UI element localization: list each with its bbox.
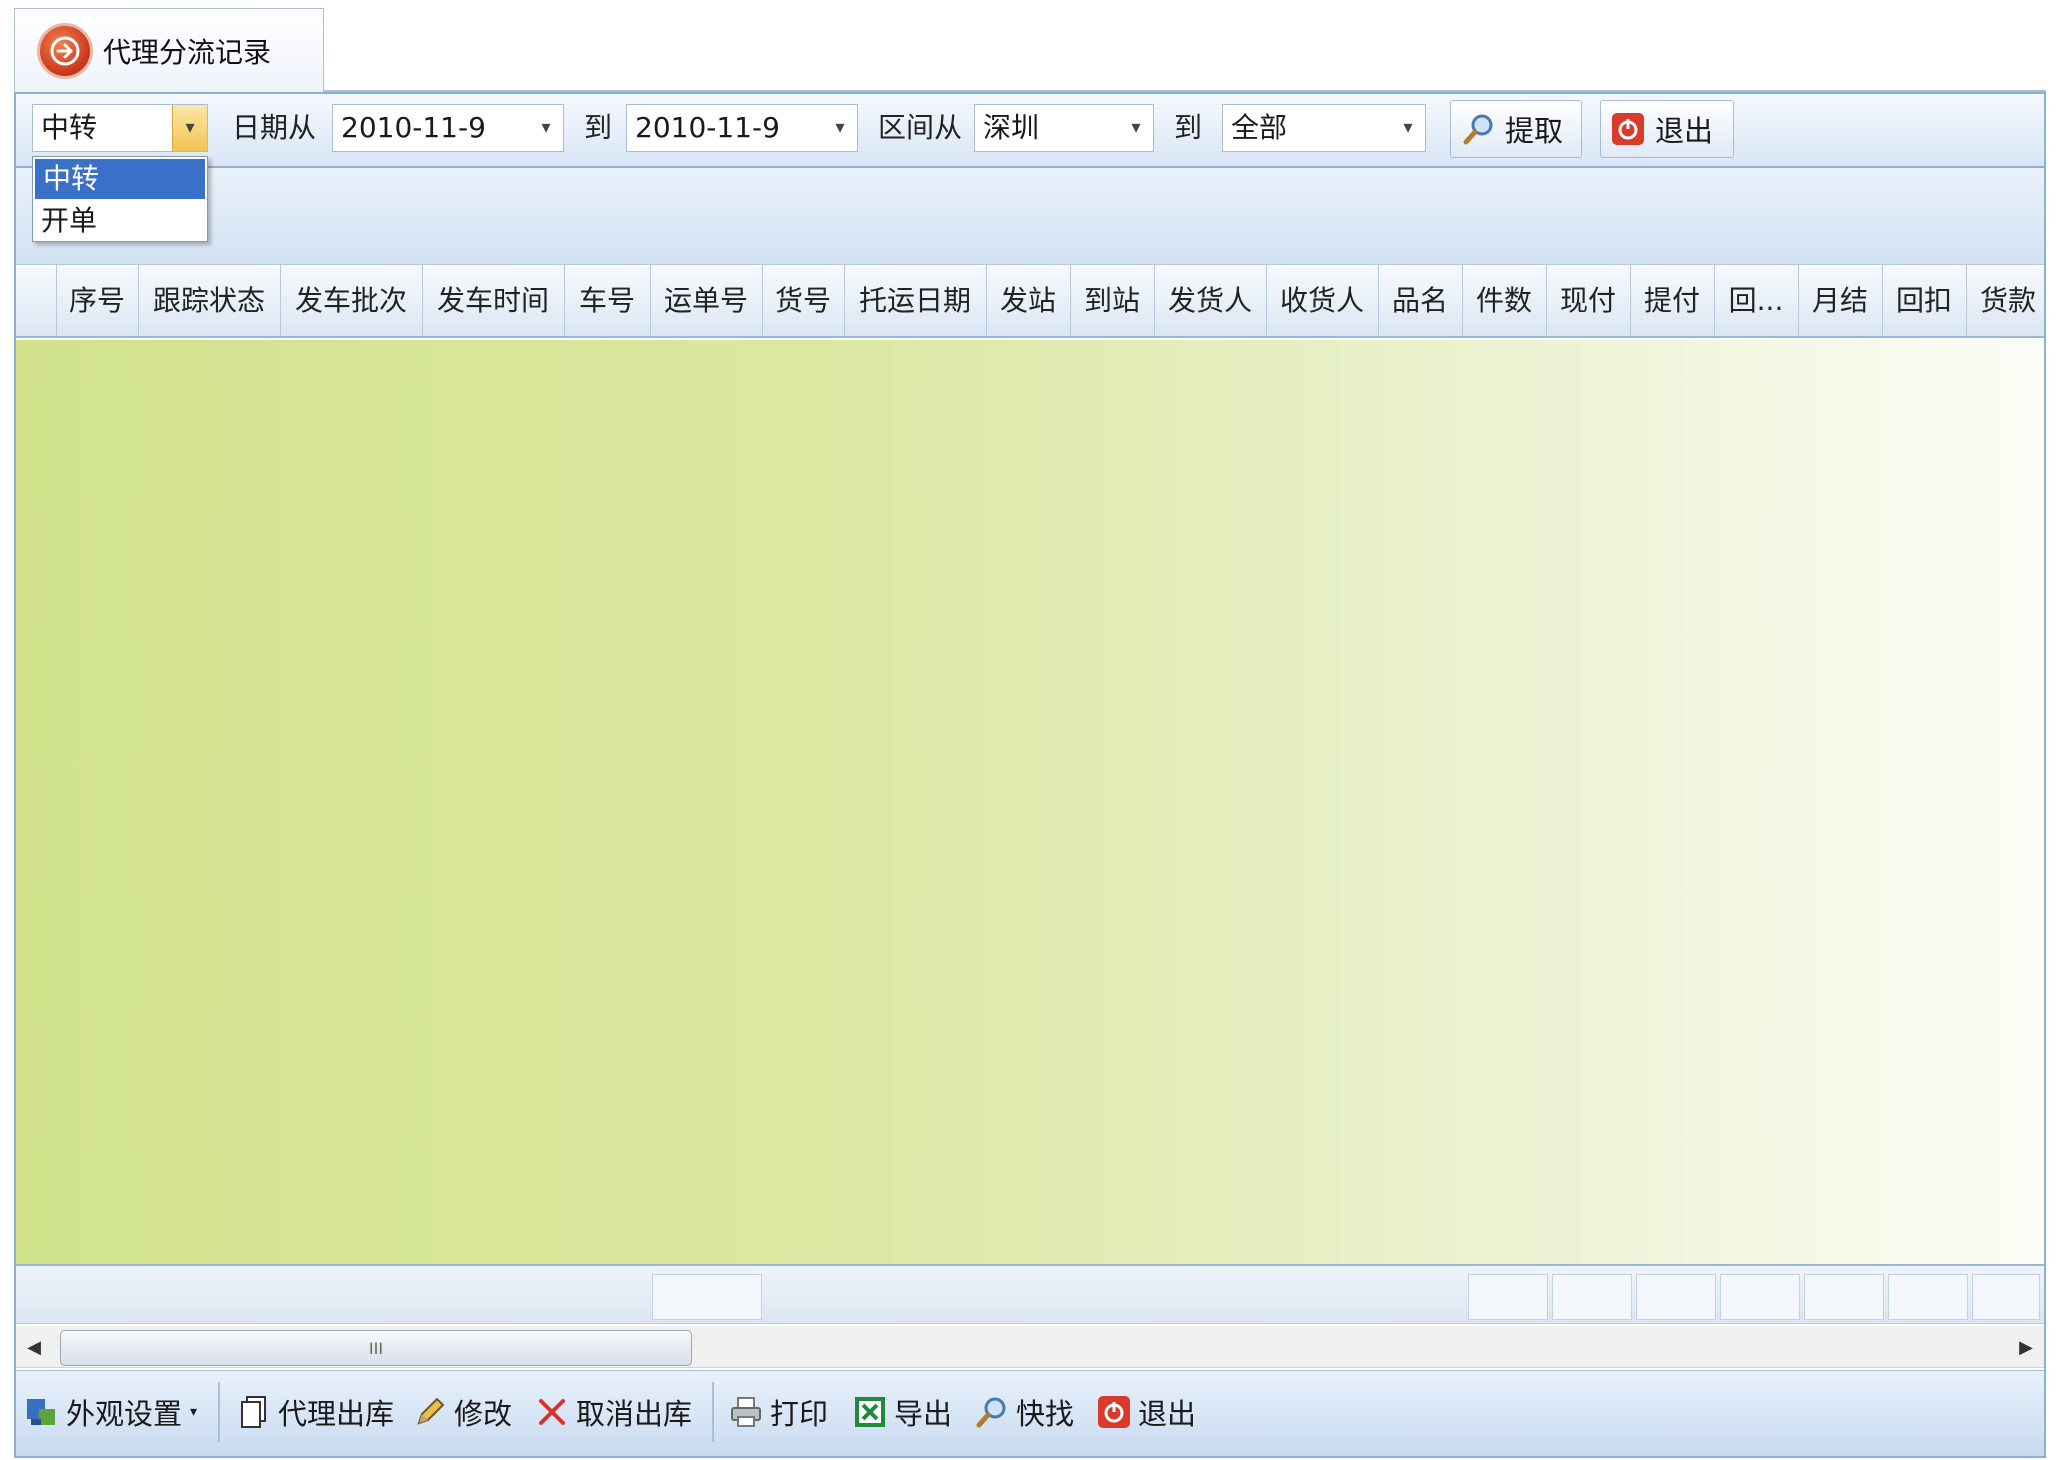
column-header[interactable]: 收货人 — [1266, 265, 1379, 336]
fetch-button[interactable]: 提取 — [1450, 100, 1582, 158]
magnifier-icon — [1461, 111, 1497, 147]
quick-find-label: 快找 — [1016, 1397, 1075, 1431]
date-to-value: 2010-11-9 — [635, 111, 780, 144]
column-header[interactable]: 序号 — [56, 265, 139, 336]
printer-icon — [728, 1394, 764, 1430]
column-header[interactable]: 发车时间 — [422, 265, 565, 336]
appearance-settings-label: 外观设置 — [66, 1397, 183, 1431]
modify-button[interactable]: 修改 — [412, 1386, 512, 1438]
magnifier-icon — [974, 1394, 1010, 1430]
column-header[interactable]: 件数 — [1462, 265, 1547, 336]
column-header[interactable]: 跟踪状态 — [138, 265, 281, 336]
power-icon — [1611, 112, 1645, 146]
column-header[interactable]: 发货人 — [1154, 265, 1267, 336]
column-header[interactable]: 货款 — [1966, 265, 2044, 336]
scroll-left-icon[interactable]: ◀ — [16, 1326, 52, 1368]
appearance-settings-button[interactable]: 外观设置 ▾ — [24, 1386, 197, 1438]
summary-cell — [652, 1274, 762, 1320]
dropdown-arrow-icon: ▾ — [190, 1404, 198, 1420]
cancel-out-label: 取消出库 — [576, 1397, 693, 1431]
type-dropdown-list: 中转 开单 — [32, 156, 208, 242]
column-header[interactable]: 托运日期 — [844, 265, 987, 336]
grid-header: 序号 跟踪状态 发车批次 发车时间 车号 运单号 货号 托运日期 发站 到站 发… — [16, 264, 2044, 338]
summary-cell — [1552, 1274, 1632, 1320]
quick-find-button[interactable]: 快找 — [974, 1386, 1074, 1438]
exit-label-bottom: 退出 — [1138, 1397, 1197, 1431]
column-header[interactable]: 回扣 — [1882, 265, 1967, 336]
toolbar-separator — [712, 1382, 714, 1442]
row-indicator-header — [16, 265, 57, 336]
date-to-field[interactable]: 2010-11-9 ▾ — [626, 104, 858, 152]
exit-button-bottom[interactable]: 退出 — [1096, 1386, 1196, 1438]
horizontal-scrollbar[interactable]: ◀ III ▶ — [16, 1326, 2044, 1368]
column-header[interactable]: 回... — [1714, 265, 1799, 336]
grip-icon: III — [368, 1338, 384, 1358]
type-combo[interactable]: 中转 ▾ — [32, 104, 208, 152]
toolbar-separator — [218, 1382, 220, 1442]
chevron-down-icon[interactable]: ▾ — [529, 105, 563, 151]
date-from-field[interactable]: 2010-11-9 ▾ — [332, 104, 564, 152]
column-header[interactable]: 提付 — [1630, 265, 1715, 336]
column-header[interactable]: 月结 — [1798, 265, 1883, 336]
date-from-value: 2010-11-9 — [341, 111, 486, 144]
scroll-right-icon[interactable]: ▶ — [2008, 1326, 2044, 1368]
column-header[interactable]: 运单号 — [650, 265, 763, 336]
fetch-button-label: 提取 — [1505, 114, 1564, 148]
export-label: 导出 — [894, 1397, 953, 1431]
export-button[interactable]: 导出 — [852, 1386, 952, 1438]
grid-footer-summary — [16, 1264, 2044, 1324]
summary-cell — [1804, 1274, 1884, 1320]
column-header[interactable]: 货号 — [762, 265, 845, 336]
power-icon — [1096, 1394, 1132, 1430]
column-header[interactable]: 品名 — [1378, 265, 1463, 336]
close-icon — [534, 1394, 570, 1430]
chevron-down-icon[interactable]: ▾ — [1119, 105, 1153, 151]
range-from-label: 区间从 — [878, 111, 963, 144]
appearance-icon — [24, 1394, 60, 1430]
agent-out-label: 代理出库 — [278, 1397, 395, 1431]
dropdown-option-kaidan[interactable]: 开单 — [33, 201, 207, 241]
summary-cell — [1720, 1274, 1800, 1320]
range-to-combo[interactable]: 全部 ▾ — [1222, 104, 1426, 152]
exit-button-label: 退出 — [1655, 114, 1714, 148]
tab-agent-distribution-record[interactable]: 代理分流记录 — [14, 8, 324, 92]
grid-body[interactable] — [16, 340, 2044, 1264]
pencil-icon — [412, 1394, 448, 1430]
document-icon — [236, 1394, 272, 1430]
dropdown-option-zhongzhuan[interactable]: 中转 — [35, 159, 205, 199]
tab-label: 代理分流记录 — [103, 35, 272, 69]
summary-cell — [1468, 1274, 1548, 1320]
summary-cell — [1972, 1274, 2040, 1320]
column-header[interactable]: 到站 — [1070, 265, 1155, 336]
range-from-value: 深圳 — [983, 111, 1040, 144]
exit-button-top[interactable]: 退出 — [1600, 100, 1734, 158]
summary-cell — [1636, 1274, 1716, 1320]
excel-icon — [852, 1394, 888, 1430]
chevron-down-icon[interactable]: ▾ — [1391, 105, 1425, 151]
column-header[interactable]: 发车批次 — [280, 265, 423, 336]
arrow-right-circle-icon — [37, 22, 93, 79]
summary-cell — [1888, 1274, 1968, 1320]
chevron-down-icon[interactable]: ▾ — [823, 105, 857, 151]
column-header[interactable]: 发站 — [986, 265, 1071, 336]
modify-label: 修改 — [454, 1397, 513, 1431]
print-button[interactable]: 打印 — [728, 1386, 828, 1438]
date-from-label: 日期从 — [232, 111, 317, 144]
range-from-combo[interactable]: 深圳 ▾ — [974, 104, 1154, 152]
type-combo-value: 中转 — [41, 111, 98, 144]
scrollbar-thumb[interactable]: III — [60, 1330, 692, 1366]
date-to-label: 到 — [584, 111, 613, 144]
cancel-out-button[interactable]: 取消出库 — [534, 1386, 692, 1438]
print-label: 打印 — [770, 1397, 829, 1431]
column-header[interactable]: 现付 — [1546, 265, 1631, 336]
group-by-panel — [16, 168, 2044, 264]
range-to-label: 到 — [1174, 111, 1203, 144]
range-to-value: 全部 — [1231, 111, 1288, 144]
chevron-down-icon[interactable]: ▾ — [172, 105, 207, 151]
agent-out-button[interactable]: 代理出库 — [236, 1386, 394, 1438]
column-header[interactable]: 车号 — [564, 265, 651, 336]
